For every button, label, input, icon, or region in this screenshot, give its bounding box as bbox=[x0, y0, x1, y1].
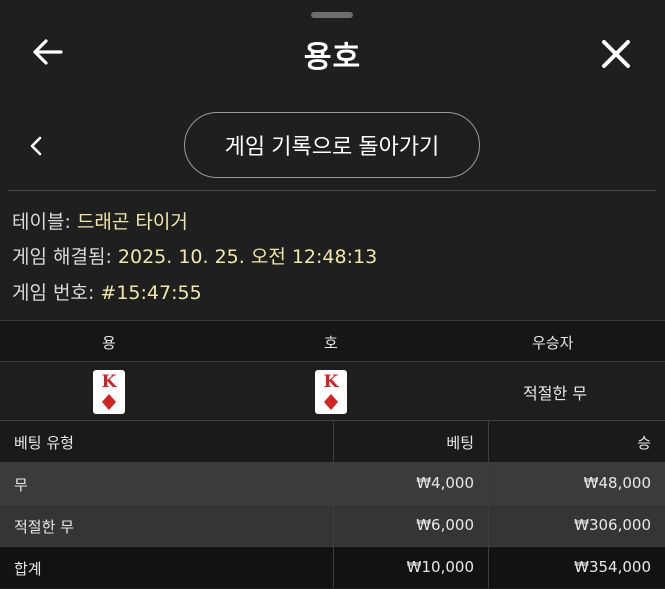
table-label: 테이블: bbox=[12, 211, 77, 233]
bet-amount-header: 베팅 bbox=[446, 434, 474, 452]
game-number-value: #15:47:55 bbox=[100, 282, 202, 304]
bet-type-cell: 무 bbox=[14, 476, 28, 494]
table-row: 무 ₩4,000 ₩48,000 bbox=[0, 462, 665, 504]
dragon-column-header: 용 bbox=[102, 334, 116, 352]
tiger-card-rank: K bbox=[323, 372, 339, 392]
bet-amount-cell: ₩6,000 bbox=[416, 516, 474, 534]
bet-type-header: 베팅 유형 bbox=[14, 434, 74, 452]
bets-header-row: 베팅 유형 베팅 승 bbox=[0, 420, 665, 462]
total-label: 합계 bbox=[14, 560, 42, 578]
top-bar: 용호 bbox=[0, 24, 665, 84]
win-amount-header: 승 bbox=[637, 434, 651, 452]
tiger-column-header: 호 bbox=[324, 334, 338, 352]
resolved-value: 2025. 10. 25. 오전 12:48:13 bbox=[117, 246, 378, 268]
resolved-info: 게임 해결됨: 2025. 10. 25. 오전 12:48:13 bbox=[12, 242, 377, 269]
table-info: 테이블: 드래곤 타이거 bbox=[12, 207, 188, 234]
close-icon[interactable] bbox=[596, 34, 636, 74]
winner-value: 적절한 무 bbox=[523, 384, 587, 403]
resolved-label: 게임 해결됨: bbox=[12, 246, 118, 268]
total-bet-amount: ₩10,000 bbox=[406, 558, 474, 576]
return-to-history-button[interactable]: 게임 기록으로 돌아가기 bbox=[184, 112, 480, 178]
page-title: 용호 bbox=[303, 40, 362, 75]
diamond-suit-icon bbox=[102, 394, 116, 410]
winner-column-header: 우승자 bbox=[532, 334, 574, 352]
divider bbox=[8, 190, 656, 191]
win-amount-cell: ₩48,000 bbox=[583, 474, 651, 492]
win-amount-cell: ₩306,000 bbox=[574, 516, 651, 534]
diamond-suit-icon bbox=[324, 394, 338, 410]
bet-amount-cell: ₩4,000 bbox=[416, 474, 474, 492]
table-row: 적절한 무 ₩6,000 ₩306,000 bbox=[0, 504, 665, 546]
game-number-info: 게임 번호: #15:47:55 bbox=[12, 278, 202, 305]
tiger-card: K bbox=[315, 370, 347, 414]
game-number-label: 게임 번호: bbox=[12, 282, 101, 304]
dragon-card: K bbox=[93, 370, 125, 414]
result-header: 용 호 우승자 bbox=[0, 320, 665, 362]
table-value: 드래곤 타이거 bbox=[76, 211, 188, 233]
total-win-amount: ₩354,000 bbox=[574, 558, 651, 576]
chevron-left-icon[interactable] bbox=[22, 128, 50, 164]
total-row: 합계 ₩10,000 ₩354,000 bbox=[0, 546, 665, 588]
bets-table: 베팅 유형 베팅 승 무 ₩4,000 ₩48,000 적절한 무 ₩6,000… bbox=[0, 420, 665, 588]
history-nav: 게임 기록으로 돌아가기 bbox=[0, 112, 665, 180]
result-row: K K 적절한 무 bbox=[0, 362, 665, 420]
bet-type-cell: 적절한 무 bbox=[14, 518, 74, 536]
drag-handle[interactable] bbox=[311, 12, 353, 18]
dragon-card-rank: K bbox=[101, 372, 117, 392]
